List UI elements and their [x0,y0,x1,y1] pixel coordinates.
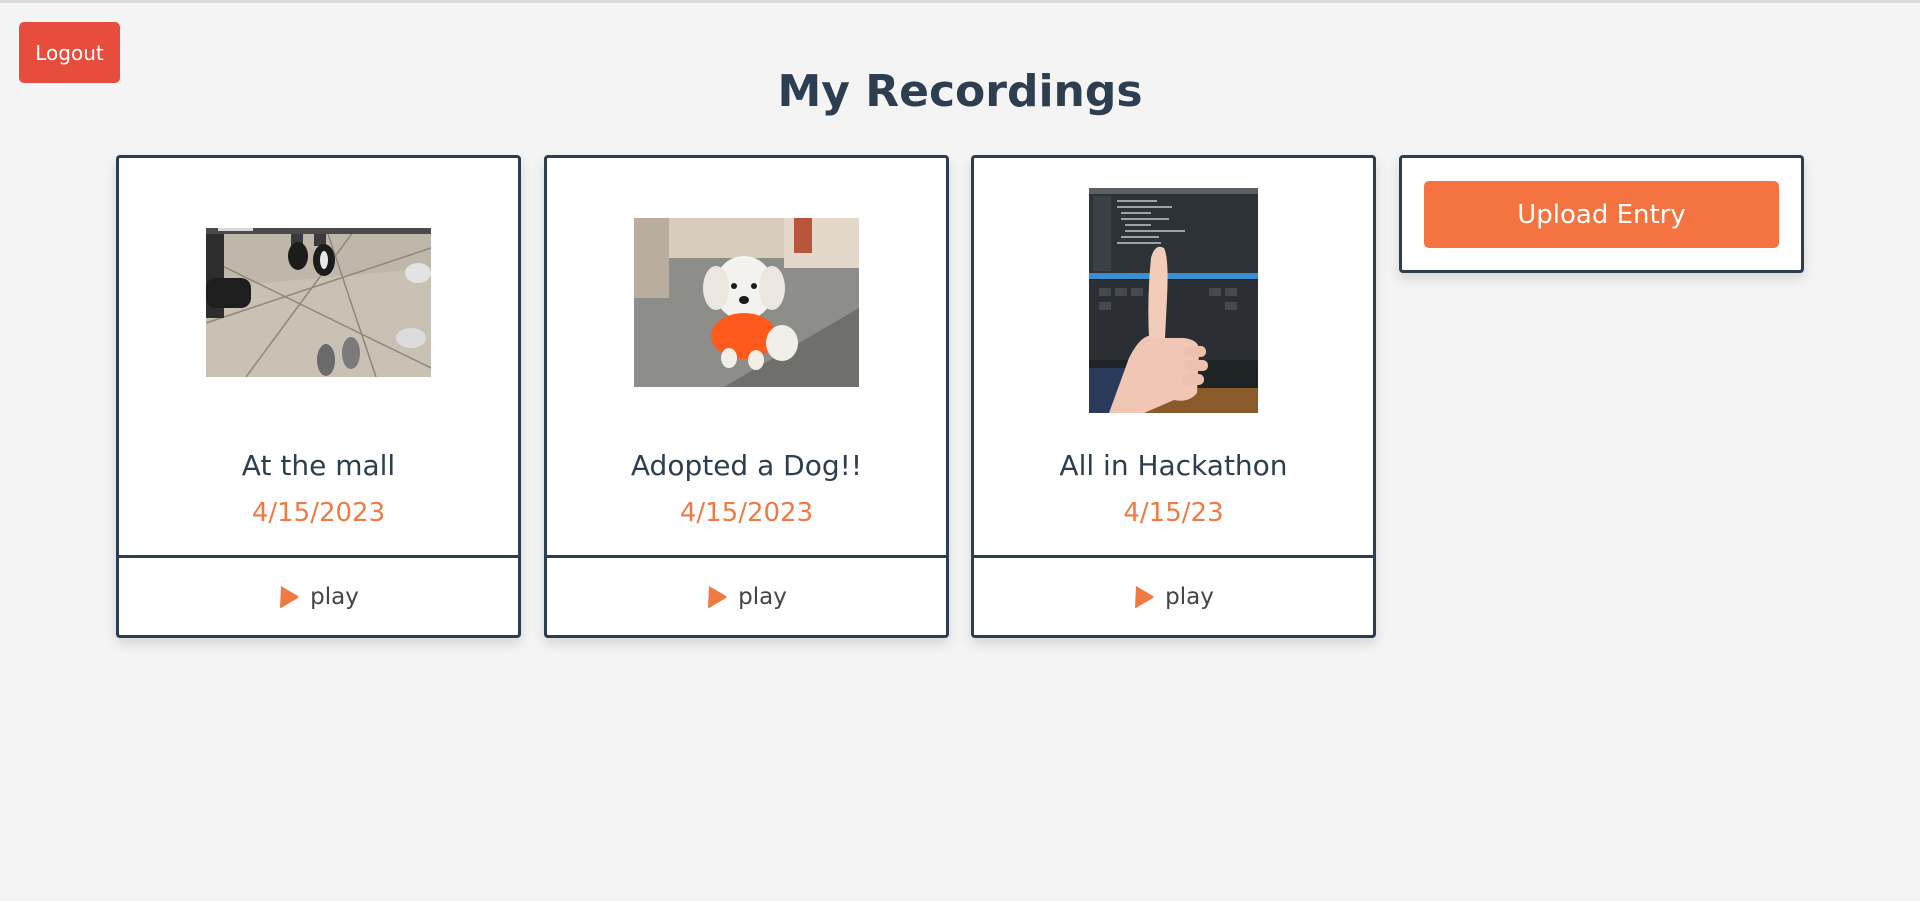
recording-card-body: All in Hackathon 4/15/23 [974,158,1373,558]
play-label: play [738,583,787,610]
recording-title: At the mall [241,449,396,482]
play-label: play [1165,583,1214,610]
recording-date: 4/15/2023 [679,498,814,528]
recording-title: Adopted a Dog!! [630,449,863,482]
recording-card-body: Adopted a Dog!! 4/15/2023 [547,158,946,558]
play-button[interactable]: play [974,558,1373,635]
upload-entry-button[interactable]: Upload Entry [1424,181,1779,248]
recording-card-body: At the mall 4/15/2023 [119,158,518,558]
recording-thumbnail-mall [206,228,431,377]
recording-thumbnail-dog [634,218,859,387]
upload-card: Upload Entry [1399,155,1804,273]
play-button[interactable]: play [547,558,946,635]
play-icon [280,585,299,608]
recording-card: Adopted a Dog!! 4/15/2023 play [544,155,949,638]
recording-card: At the mall 4/15/2023 play [116,155,521,638]
play-icon [708,585,727,608]
recording-date: 4/15/23 [1123,498,1224,528]
top-divider [0,0,1920,3]
recording-title: All in Hackathon [1059,449,1288,482]
recording-thumbnail-hackathon [1089,188,1258,413]
recording-card: All in Hackathon 4/15/23 play [971,155,1376,638]
play-label: play [310,583,359,610]
play-icon [1135,585,1154,608]
play-button[interactable]: play [119,558,518,635]
recording-date: 4/15/2023 [251,498,386,528]
page-title: My Recordings [777,66,1143,117]
